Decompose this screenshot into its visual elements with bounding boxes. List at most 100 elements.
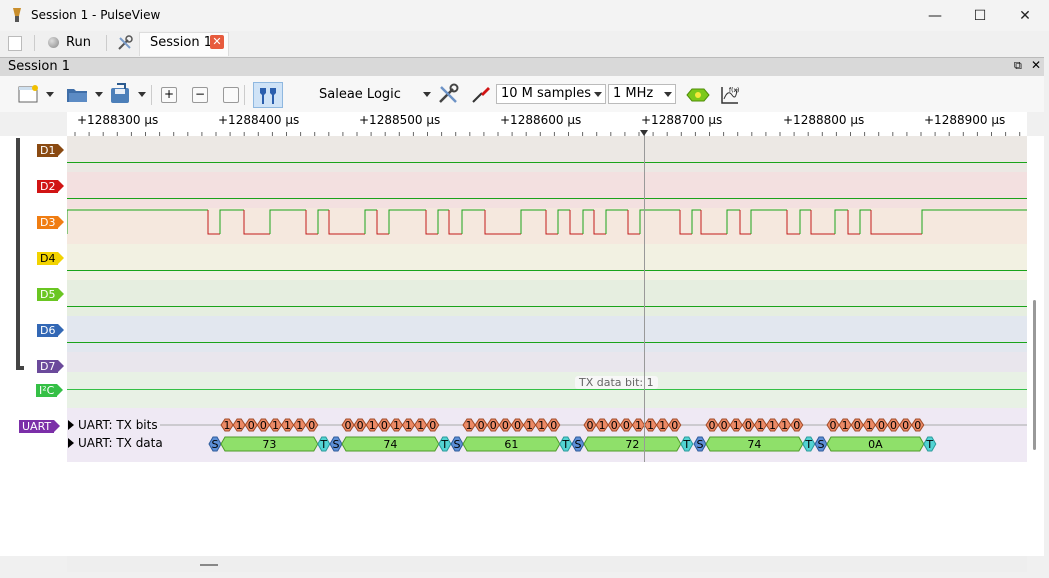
uart-bit-value: 0 (260, 419, 267, 432)
uart-bit-value: 1 (466, 419, 473, 432)
zoom-out-icon[interactable]: − (192, 87, 208, 103)
save-icon[interactable] (109, 83, 133, 108)
separator (244, 85, 245, 105)
uart-start-label: S (575, 438, 582, 451)
chevron-down-icon[interactable] (138, 92, 146, 97)
uart-bit: 1 (413, 418, 428, 432)
uart-bit-value: 1 (635, 419, 642, 432)
uart-bit-value: 0 (878, 419, 885, 432)
uart-bit: 0 (668, 418, 682, 432)
uart-bit: 1 (753, 418, 768, 432)
ruler-tick: +1288600 µs (500, 113, 582, 127)
uart-bit: 0 (486, 418, 500, 432)
uart-bit: 0 (790, 418, 804, 432)
uart-bit-value: 0 (248, 419, 255, 432)
scrollbar-grip[interactable] (200, 564, 218, 566)
cursor-marker-icon[interactable] (640, 130, 648, 136)
uart-bit: 1 (232, 418, 246, 432)
chevron-down-icon[interactable] (46, 92, 54, 97)
settings-tools-icon[interactable] (116, 34, 134, 55)
channel-trace-line (67, 306, 1027, 307)
uart-bit-value: 1 (296, 419, 303, 432)
uart-start-bit: S (329, 436, 343, 452)
vertical-scrollbar[interactable] (1033, 300, 1036, 450)
uart-bit: 0 (898, 418, 913, 432)
channel-tag-d2[interactable]: D2 (37, 180, 66, 193)
tab-session-label[interactable]: Session 1 (150, 35, 212, 50)
uart-bit: 0 (886, 418, 901, 432)
zoom-fit-icon[interactable] (223, 87, 239, 103)
math-channel-icon[interactable]: f(x) (720, 85, 740, 108)
chevron-down-icon[interactable] (95, 92, 103, 97)
uart-bit: 1 (838, 418, 852, 432)
uart-bit: 1 (534, 418, 549, 432)
uart-bit-value: 0 (890, 419, 897, 432)
maximize-button[interactable]: ☐ (957, 0, 1003, 31)
uart-stop-label: T (561, 438, 569, 451)
restore-panel-icon[interactable]: ⧉ (1014, 59, 1022, 73)
uart-bit: 1 (280, 418, 295, 432)
uart-bit-value: 0 (830, 419, 837, 432)
show-cursors-button[interactable] (253, 82, 283, 108)
uart-bit-value: 1 (659, 419, 666, 432)
window-title: Session 1 - PulseView (31, 8, 161, 22)
channel-row (67, 280, 1027, 316)
uart-start-label: S (454, 438, 461, 451)
close-window-button[interactable]: ✕ (1002, 0, 1048, 31)
uart-bit: 0 (911, 418, 925, 432)
device-selector[interactable]: Saleae Logic (319, 87, 401, 102)
uart-start-bit: S (814, 436, 828, 452)
ruler-tick: +1288300 µs (77, 113, 159, 127)
uart-bit-value: 0 (550, 419, 557, 432)
run-icon[interactable] (48, 37, 59, 48)
chevron-down-icon[interactable] (423, 92, 431, 97)
uart-bit-value: 0 (357, 419, 364, 432)
channel-row (67, 136, 1027, 172)
sample-count-select[interactable]: 10 M samples (496, 84, 606, 104)
device-config-icon[interactable] (437, 83, 461, 108)
tab-close-icon[interactable]: ✕ (210, 35, 224, 49)
channel-tag-d6[interactable]: D6 (37, 324, 66, 337)
uart-bit: 1 (401, 418, 416, 432)
probe-icon[interactable] (470, 83, 492, 108)
channel-tag-d1[interactable]: D1 (37, 144, 66, 157)
run-button[interactable]: Run (66, 35, 91, 50)
channel-header-panel (0, 136, 66, 556)
i2c-channel-tag[interactable]: I²C (36, 384, 64, 397)
uart-bit: 1 (522, 418, 537, 432)
cursor-line[interactable] (644, 132, 645, 462)
uart-start-bit: S (693, 436, 707, 452)
uart-bit-value: 0 (514, 419, 521, 432)
minimize-button[interactable]: — (912, 0, 958, 31)
uart-bit: 0 (353, 418, 367, 432)
channel-tag-d3[interactable]: D3 (37, 216, 66, 229)
uart-bit-value: 0 (709, 419, 716, 432)
uart-bit: 1 (268, 418, 283, 432)
add-decoder-icon[interactable] (686, 87, 710, 106)
uart-start-label: S (818, 438, 825, 451)
uart-bit-value: 0 (429, 419, 436, 432)
uart-byte-value: 73 (262, 438, 276, 451)
channel-tag-d7[interactable]: D7 (37, 360, 66, 373)
channel-row (67, 244, 1027, 280)
uart-bit: 0 (607, 418, 621, 432)
new-session-icon[interactable] (18, 84, 40, 107)
uart-bit-value: 1 (272, 419, 279, 432)
uart-bit: 1 (292, 418, 307, 432)
uart-bit: 1 (765, 418, 780, 432)
zoom-in-icon[interactable]: + (161, 87, 177, 103)
uart-bit-value: 1 (393, 419, 400, 432)
uart-bit-value: 1 (842, 419, 849, 432)
channel-tag-d5[interactable]: D5 (37, 288, 66, 301)
uart-bit: 0 (510, 418, 525, 432)
uart-bit: 1 (655, 418, 670, 432)
open-folder-icon[interactable] (66, 84, 90, 107)
channel-tag-d4[interactable]: D4 (37, 252, 66, 265)
chevron-down-icon (594, 92, 602, 97)
close-panel-icon[interactable]: ✕ (1031, 58, 1041, 72)
uart-byte-value: 61 (504, 438, 518, 451)
uart-bit: 1 (365, 418, 379, 432)
uart-bit-value: 0 (902, 419, 909, 432)
d3-waveform (67, 209, 1027, 235)
new-document-icon[interactable] (8, 36, 22, 51)
